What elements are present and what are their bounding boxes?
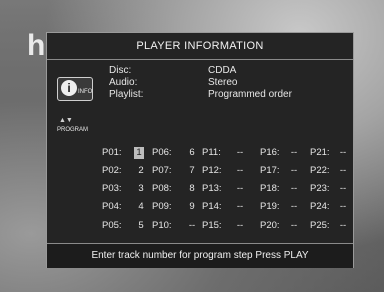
program-step-track-field[interactable]: 9 bbox=[187, 201, 197, 213]
program-step-label: P07: bbox=[152, 165, 172, 176]
info-button-label: INFO bbox=[78, 89, 93, 95]
program-step-track-field[interactable]: -- bbox=[235, 220, 245, 232]
program-step-track-field[interactable]: 2 bbox=[136, 165, 146, 177]
program-step-track-field-selected[interactable]: 1 bbox=[134, 147, 144, 159]
player-information-panel: PLAYER INFORMATION i INFO ▲▼ PROGRAM Dis… bbox=[46, 32, 354, 268]
audio-value: Stereo bbox=[208, 77, 238, 88]
program-step-label: P08: bbox=[152, 183, 172, 194]
program-step-track-field[interactable]: 5 bbox=[136, 220, 146, 232]
info-icon: i bbox=[61, 80, 77, 96]
program-step-label: P24: bbox=[310, 201, 330, 212]
status-bar-message: Enter track number for program step Pres… bbox=[47, 243, 353, 268]
playlist-icon: ▲▼ bbox=[59, 117, 73, 124]
program-step-label: P11: bbox=[202, 147, 221, 158]
program-step-label: P09: bbox=[152, 201, 172, 212]
program-step-label: P14: bbox=[202, 201, 222, 212]
program-step-track-field[interactable]: -- bbox=[338, 165, 348, 177]
program-step-track-field[interactable]: -- bbox=[235, 183, 245, 195]
program-button[interactable]: ▲▼ PROGRAM bbox=[57, 117, 93, 137]
program-step-label: P21: bbox=[310, 147, 330, 158]
program-step-label: P15: bbox=[202, 220, 222, 231]
program-step-track-field[interactable]: -- bbox=[289, 183, 299, 195]
program-step-label: P10: bbox=[152, 220, 172, 231]
program-step-label: P03: bbox=[102, 183, 122, 194]
playlist-value: Programmed order bbox=[208, 89, 292, 100]
disc-label: Disc: bbox=[109, 65, 132, 76]
program-step-track-field[interactable]: -- bbox=[289, 165, 299, 177]
program-step-track-field[interactable]: -- bbox=[289, 147, 299, 159]
program-step-label: P18: bbox=[260, 183, 280, 194]
program-step-label: P19: bbox=[260, 201, 280, 212]
program-step-track-field[interactable]: 7 bbox=[187, 165, 197, 177]
program-step-track-field[interactable]: 8 bbox=[187, 183, 197, 195]
disc-value: CDDA bbox=[208, 65, 237, 76]
program-step-track-field[interactable]: -- bbox=[235, 201, 245, 213]
program-step-track-field[interactable]: 3 bbox=[136, 183, 146, 195]
program-step-label: P25: bbox=[310, 220, 330, 231]
info-button[interactable]: i INFO bbox=[57, 77, 93, 101]
program-step-label: P02: bbox=[102, 165, 122, 176]
playlist-label: Playlist: bbox=[109, 89, 144, 100]
program-step-label: P05: bbox=[102, 220, 122, 231]
program-step-track-field[interactable]: -- bbox=[187, 220, 197, 232]
program-step-track-field[interactable]: -- bbox=[338, 220, 348, 232]
audio-label: Audio: bbox=[109, 77, 138, 88]
program-step-label: P16: bbox=[260, 147, 280, 158]
program-step-track-field[interactable]: 6 bbox=[187, 147, 197, 159]
panel-title: PLAYER INFORMATION bbox=[47, 33, 353, 60]
program-step-label: P20: bbox=[260, 220, 280, 231]
program-step-track-field[interactable]: -- bbox=[289, 201, 299, 213]
program-step-track-field[interactable]: -- bbox=[289, 220, 299, 232]
program-step-label: P22: bbox=[310, 165, 330, 176]
program-step-label: P04: bbox=[102, 201, 122, 212]
program-step-track-field[interactable]: -- bbox=[338, 201, 348, 213]
program-step-track-field[interactable]: -- bbox=[338, 147, 348, 159]
program-step-label: P12: bbox=[202, 165, 222, 176]
program-step-label: P01: bbox=[102, 147, 122, 158]
program-step-label: P06: bbox=[152, 147, 172, 158]
program-button-label: PROGRAM bbox=[57, 127, 89, 133]
program-step-label: P23: bbox=[310, 183, 330, 194]
program-step-label: P13: bbox=[202, 183, 222, 194]
program-step-track-field[interactable]: 4 bbox=[136, 201, 146, 213]
program-step-track-field[interactable]: -- bbox=[338, 183, 348, 195]
background-letter: h bbox=[27, 29, 46, 62]
program-step-label: P17: bbox=[260, 165, 280, 176]
program-step-track-field[interactable]: -- bbox=[235, 165, 245, 177]
program-step-track-field[interactable]: -- bbox=[235, 147, 245, 159]
